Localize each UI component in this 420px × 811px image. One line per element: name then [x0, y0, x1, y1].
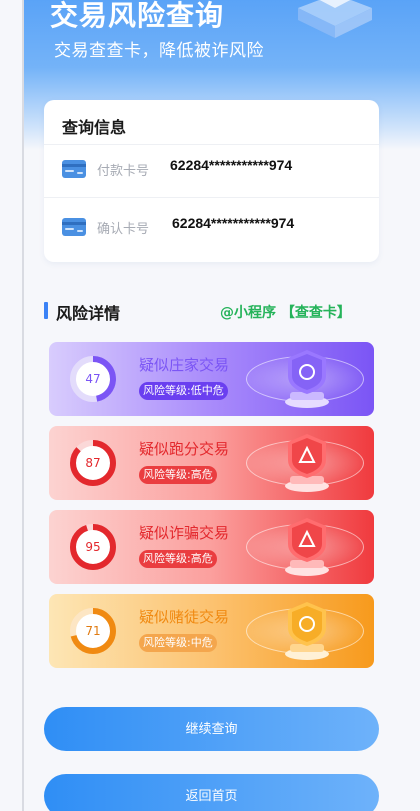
risk-score: 71: [85, 624, 101, 638]
continue-query-button[interactable]: 继续查询: [44, 707, 379, 751]
bank-card-icon: [62, 218, 86, 236]
risk-level-badge: 风险等级:高危: [139, 550, 217, 568]
left-border: [22, 0, 24, 811]
section-accent-bar: [44, 302, 48, 319]
risk-query-page: 交易风险查询 交易查查卡，降低被诈风险 查询信息 付款卡号 62284*****…: [0, 0, 420, 811]
risk-card-gambler[interactable]: 71 疑似赌徒交易 风险等级:中危: [49, 594, 374, 668]
query-info-card: 查询信息 付款卡号 62284***********974 确认卡号 62284…: [44, 100, 379, 262]
warning-shield-icon: [285, 518, 329, 576]
risk-name: 疑似诈骗交易: [139, 524, 230, 542]
risk-detail-title: 风险详情: [56, 304, 121, 323]
risk-name: 疑似跑分交易: [139, 440, 230, 458]
back-home-button[interactable]: 返回首页: [44, 774, 379, 811]
confirm-card-row: 确认卡号 62284***********974: [44, 200, 379, 256]
payment-card-label: 付款卡号: [97, 164, 150, 179]
query-info-title: 查询信息: [62, 118, 127, 137]
shield-icon: [285, 350, 329, 408]
risk-level-badge: 风险等级:中危: [139, 634, 217, 652]
risk-card-scoring[interactable]: 87 疑似跑分交易 风险等级:高危: [49, 426, 374, 500]
shield-3d-icon: [298, 0, 372, 38]
risk-level-badge: 风险等级:低中危: [139, 382, 228, 400]
mini-program-tag[interactable]: @小程序 【查查卡】: [220, 302, 351, 322]
page-subtitle: 交易查查卡，降低被诈风险: [54, 41, 264, 61]
divider: [44, 197, 379, 198]
risk-name: 疑似赌徒交易: [139, 608, 230, 626]
confirm-card-label: 确认卡号: [97, 222, 150, 237]
risk-card-banker[interactable]: 47 疑似庄家交易 风险等级:低中危: [49, 342, 374, 416]
warning-shield-icon: [285, 434, 329, 492]
payment-card-number: 62284***********974: [170, 157, 293, 173]
payment-card-row: 付款卡号 62284***********974: [44, 142, 379, 198]
risk-score: 87: [85, 456, 101, 470]
page-title: 交易风险查询: [50, 0, 225, 32]
risk-name: 疑似庄家交易: [139, 356, 230, 374]
risk-card-fraud[interactable]: 95 疑似诈骗交易 风险等级:高危: [49, 510, 374, 584]
shield-icon: [285, 602, 329, 660]
bank-card-icon: [62, 160, 86, 178]
risk-score: 47: [85, 372, 101, 386]
risk-level-badge: 风险等级:高危: [139, 466, 217, 484]
risk-score: 95: [85, 540, 101, 554]
confirm-card-number: 62284***********974: [172, 215, 295, 231]
